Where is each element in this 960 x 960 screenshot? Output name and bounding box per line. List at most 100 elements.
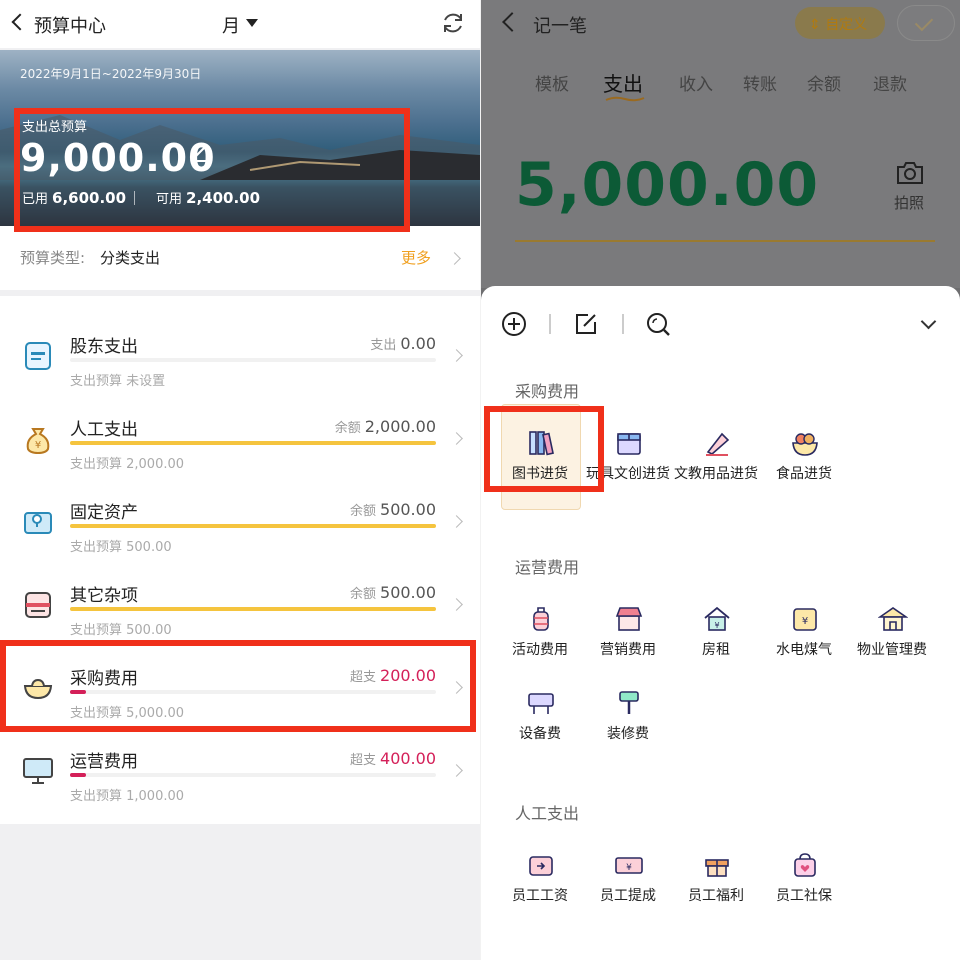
category-name: 固定资产 [70,503,138,523]
category-label: 食品进货 [776,466,832,482]
progress-bar [70,358,436,362]
receipt-icon [25,342,51,370]
balance-label: 超支 [350,670,377,685]
gold-ingot-icon [23,678,53,700]
back-arrow-icon[interactable] [502,12,522,32]
edit-icon[interactable] [190,146,208,162]
collapse-chevron-icon[interactable] [920,313,937,330]
house-icon: ¥ [704,606,730,631]
budget-center-screen: 预算中心 月 2022年9月1日~2022年9月30日 支出总预算 9,000.… [0,0,480,960]
tab-income[interactable]: 收入 [679,70,713,95]
budget-item-fixed-assets[interactable]: 固定资产 余额 500.00 支出预算 500.00 [0,484,480,567]
category-label: 文教用品进货 [674,466,758,482]
chevron-right-icon[interactable] [450,764,463,777]
refresh-icon[interactable] [440,10,466,36]
category-cell[interactable]: 活动费用 [495,598,585,684]
chevron-right-icon[interactable] [450,515,463,528]
balance-info: 超支 200.00 [350,666,436,685]
confirm-button[interactable] [897,5,955,41]
record-header-dimmed: 记一笔 ⇕ 自定义 模板 支出 收入 转账 余额 退款 5,000.00 拍照 [481,0,960,288]
budget-item-misc[interactable]: 其它杂项 余额 500.00 支出预算 500.00 [0,567,480,650]
budget-summary-banner: 2022年9月1日~2022年9月30日 支出总预算 9,000.00 已用 6,… [0,50,480,226]
svg-text:¥: ¥ [35,440,41,451]
divider [134,191,135,205]
category-cell[interactable]: 图书进货 [495,422,585,508]
chevron-right-icon[interactable] [450,681,463,694]
balance-label: 余额 [350,504,377,519]
category-cell[interactable]: 玩具文创进货 [583,422,673,508]
balance-label: 余额 [334,421,361,436]
balance-value: 200.00 [380,666,436,685]
budget-type-label: 预算类型: [20,249,86,267]
add-circle-icon[interactable] [500,310,528,338]
budget-item-labor[interactable]: ¥ 人工支出 余额 2,000.00 支出预算 2,000.00 [0,401,480,484]
tab-refund[interactable]: 退款 [873,70,907,95]
category-label: 活动费用 [512,642,568,658]
divider [549,314,551,334]
tab-transfer[interactable]: 转账 [743,70,777,95]
budget-subtext: 支出预算 500.00 [70,623,172,638]
balance-info: 余额 500.00 [350,583,436,602]
total-budget-amount: 9,000.00 [20,136,216,180]
category-name: 采购费用 [70,669,138,689]
progress-bar [70,441,436,445]
category-cell[interactable]: 食品进货 [759,422,849,508]
chevron-right-icon[interactable] [450,349,463,362]
balance-value: 400.00 [380,749,436,768]
tab-balance[interactable]: 余额 [807,70,841,95]
edit-square-icon[interactable] [572,310,600,338]
budget-subtext: 支出预算 5,000.00 [70,706,185,721]
category-cell[interactable]: ¥ 员工提成 [583,844,673,930]
tab-template[interactable]: 模板 [535,70,569,95]
budget-subtext: 支出预算 500.00 [70,540,172,555]
back-arrow-icon[interactable] [11,13,29,31]
balance-info: 余额 2,000.00 [335,417,436,436]
category-cell[interactable]: 物业管理费 [847,598,937,684]
tab-expense[interactable]: 支出 [603,68,643,97]
page-title: 记一笔 [533,16,587,37]
map-pin-icon [24,512,52,534]
search-icon[interactable] [644,310,672,338]
budget-item-operations[interactable]: 运营费用 超支 400.00 支出预算 1,000.00 [0,733,480,816]
category-cell[interactable]: ¥ 房租 [671,598,761,684]
category-name: 股东支出 [70,337,138,357]
category-cell[interactable]: 员工工资 [495,844,585,930]
customize-button[interactable]: ⇕ 自定义 [795,7,885,39]
books-icon [529,431,554,456]
available-value: 2,400.00 [186,189,261,207]
category-cell[interactable]: 设备费 [495,682,585,768]
category-cell[interactable]: 员工社保 [759,844,849,930]
camera-label[interactable]: 拍照 [894,192,924,213]
svg-text:¥: ¥ [626,863,632,873]
heart-bag-icon [794,853,816,877]
budget-subtext: 支出预算 未设置 [70,374,166,389]
balance-value: 500.00 [380,583,436,602]
budget-item-shareholder[interactable]: 股东支出 支出 0.00 支出预算 未设置 [0,318,480,401]
more-link[interactable]: 更多 [401,247,431,268]
budget-type-row[interactable]: 预算类型: 分类支出 更多 [0,226,480,290]
amount-underline [515,240,935,242]
category-label: 营销费用 [600,642,656,658]
amount-display[interactable]: 5,000.00 [515,150,819,220]
category-cell[interactable]: ¥ 水电煤气 [759,598,849,684]
money-bag-icon: ¥ [26,428,50,455]
progress-bar [70,607,436,611]
chevron-right-icon[interactable] [448,252,461,265]
chevron-right-icon[interactable] [450,432,463,445]
lantern-icon [533,607,549,631]
category-label: 员工提成 [600,888,656,904]
category-cell[interactable]: 文教用品进货 [671,422,761,508]
budget-item-purchase[interactable]: 采购费用 超支 200.00 支出预算 5,000.00 [0,650,480,733]
total-budget-label: 支出总预算 [22,120,88,135]
caret-down-icon[interactable] [246,19,258,27]
chevron-right-icon[interactable] [450,598,463,611]
budget-subtext: 支出预算 1,000.00 [70,789,185,804]
category-cell[interactable]: 营销费用 [583,598,673,684]
divider [622,314,624,334]
category-cell[interactable]: 装修费 [583,682,673,768]
balance-value: 0.00 [400,334,436,353]
camera-icon[interactable] [895,160,925,186]
category-cell[interactable]: 员工福利 [671,844,761,930]
period-selector[interactable]: 月 [222,12,240,38]
budget-subtext: 支出预算 2,000.00 [70,457,185,472]
